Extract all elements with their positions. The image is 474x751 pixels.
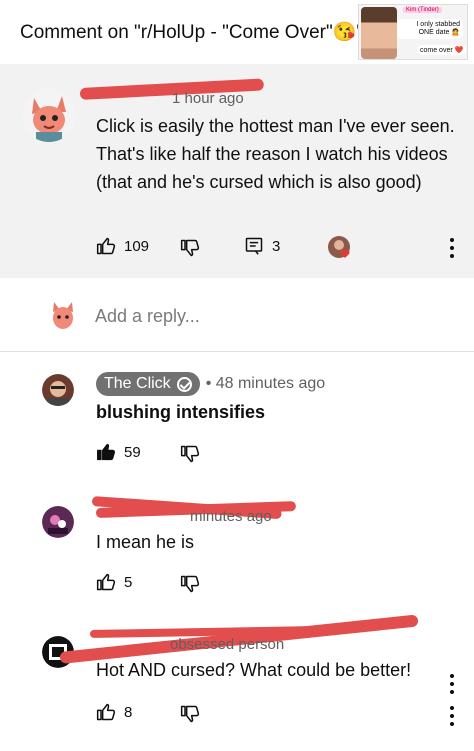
thumbnail-message: come over ❤️ — [417, 45, 467, 55]
like-count: 109 — [124, 237, 150, 255]
dislike-button[interactable] — [180, 238, 200, 258]
thumbs-down-icon — [180, 705, 200, 723]
dislike-button[interactable] — [180, 574, 200, 594]
add-reply-input[interactable]: Add a reply... — [95, 306, 200, 327]
reply-text: Hot AND cursed? What could be better! — [96, 660, 412, 680]
reply-text: blushing intensifies — [96, 402, 266, 422]
more-options-icon[interactable] — [442, 236, 462, 260]
avatar[interactable] — [42, 506, 74, 538]
thumbs-down-icon — [180, 239, 200, 257]
thumbnail-face-image — [361, 7, 397, 59]
thumbs-up-icon — [96, 237, 116, 255]
more-options-icon[interactable] — [442, 704, 462, 728]
thumbs-up-filled-icon — [97, 443, 116, 461]
page-title: Comment on "r/HolUp - "Come Over"😘" — [20, 22, 364, 43]
like-button[interactable]: 5 — [96, 572, 132, 592]
reply-timestamp: minutes ago — [190, 508, 272, 525]
replies-button[interactable]: 3 — [244, 236, 280, 256]
main-comment: 1 hour ago Click is easily the hottest m… — [0, 64, 474, 278]
creator-heart-icon — [328, 236, 350, 258]
comment-icon — [245, 237, 263, 255]
like-button[interactable]: 8 — [96, 702, 132, 722]
reply-timestamp: • 48 minutes ago — [205, 375, 326, 392]
avatar[interactable] — [42, 374, 74, 406]
more-options-icon[interactable] — [442, 672, 462, 696]
dislike-button[interactable] — [180, 444, 200, 464]
like-count: 8 — [124, 703, 133, 721]
comment-text: Click is easily the hottest man I've eve… — [96, 116, 455, 192]
video-thumbnail[interactable]: Kim (Tinder) I only stabbed ONE date 🙍 c… — [358, 4, 468, 60]
reply-item: The Click • 48 minutes ago blushing inte… — [0, 352, 474, 482]
reply-count: 3 — [272, 237, 281, 255]
reply-item: minutes ago I mean he is 5 — [0, 482, 474, 612]
add-reply-section: Add a reply... — [0, 278, 474, 352]
author-badge[interactable]: The Click — [96, 372, 200, 396]
thumbs-down-icon — [180, 575, 200, 593]
current-user-avatar — [50, 300, 76, 332]
like-count: 5 — [124, 573, 133, 591]
verified-check-icon — [176, 376, 192, 392]
thumbs-up-icon — [96, 573, 116, 591]
thumbnail-message: I only stabbed ONE date 🙍 — [397, 19, 463, 39]
reply-item: obsessed person Hot AND cursed? What cou… — [0, 612, 474, 751]
dislike-button[interactable] — [180, 704, 200, 724]
header: Comment on "r/HolUp - "Come Over"😘" Kim … — [0, 0, 474, 64]
thumbs-up-icon — [96, 703, 116, 721]
comment-timestamp: 1 hour ago — [172, 90, 244, 107]
reply-text: I mean he is — [96, 532, 195, 552]
avatar[interactable] — [22, 88, 76, 142]
author-name: The Click — [104, 375, 171, 392]
thumbnail-name-tag: Kim (Tinder) — [403, 7, 442, 13]
like-button[interactable]: 109 — [96, 236, 149, 256]
like-count: 59 — [124, 443, 141, 461]
like-button[interactable]: 59 — [96, 442, 141, 462]
reply-timestamp: obsessed person — [170, 636, 285, 653]
thumbs-down-icon — [180, 445, 200, 463]
